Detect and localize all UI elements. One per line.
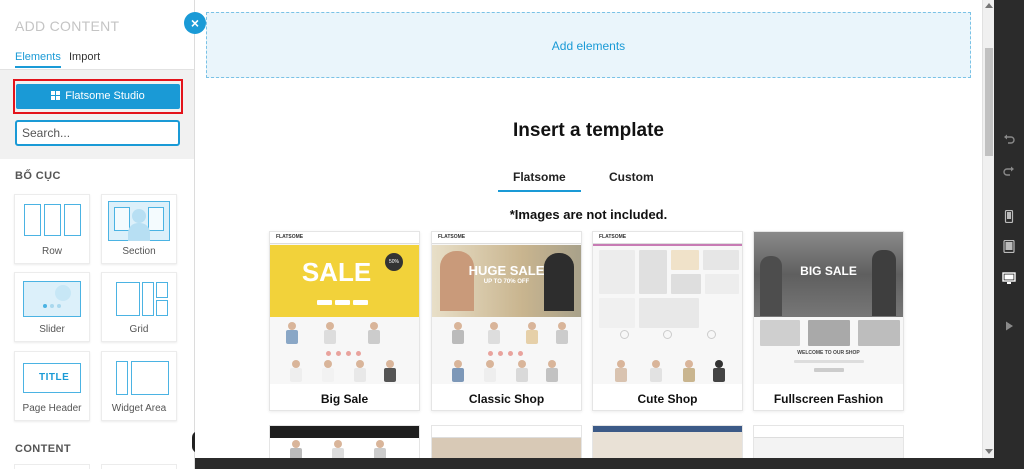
widget-area-icon	[108, 358, 170, 398]
template-card-big-sale[interactable]: FLATSOME SALE 50% Big Sale	[269, 231, 420, 411]
tab-import[interactable]: Import	[69, 51, 100, 63]
element-section[interactable]: Section	[101, 194, 177, 264]
template-name: Classic Shop	[468, 392, 545, 406]
template-name: Big Sale	[320, 392, 369, 406]
page-header-title-art: TITLE	[39, 372, 70, 383]
section-label-content: CONTENT	[15, 443, 71, 455]
template-card-partial[interactable]	[431, 425, 582, 458]
grid-icon	[51, 91, 61, 100]
template-card-classic-shop[interactable]: FLATSOME HUGE SALE UP TO 70% OFF Classic…	[431, 231, 582, 411]
template-thumbnail: FLATSOME	[593, 232, 742, 384]
thumb-logo: FLATSOME	[276, 234, 304, 240]
thumb-hero-subtext: UP TO 70% OFF	[483, 279, 530, 285]
images-note: *Images are not included.	[509, 207, 668, 222]
element-row[interactable]: Row	[14, 194, 90, 264]
canvas-scrollbar[interactable]	[982, 0, 994, 458]
template-card-partial[interactable]	[269, 425, 420, 458]
tab-elements[interactable]: Elements	[15, 51, 61, 68]
element-page-header-label: Page Header	[22, 403, 82, 414]
thumb-hero-text: BIG SALE	[800, 264, 857, 278]
scroll-up-arrow-icon[interactable]	[985, 3, 993, 8]
add-elements-dropzone[interactable]: Add elements	[206, 12, 971, 78]
template-name: Fullscreen Fashion	[773, 392, 884, 406]
insert-template-heading: Insert a template	[513, 120, 664, 141]
thumb-hero-text: HUGE SALE	[468, 263, 545, 278]
element-widget-area-label: Widget Area	[111, 403, 167, 414]
template-card-partial[interactable]	[753, 425, 904, 458]
close-icon[interactable]: ×	[184, 12, 206, 34]
element-section-label: Section	[122, 246, 156, 257]
section-label-layout: BỐ CỤC	[15, 170, 61, 182]
play-icon[interactable]	[994, 316, 1024, 338]
element-page-header[interactable]: TITLE Page Header	[14, 351, 90, 421]
tablet-icon[interactable]	[994, 238, 1024, 260]
row-icon	[21, 201, 83, 241]
scroll-down-arrow-icon[interactable]	[985, 449, 993, 454]
element-grid[interactable]: Grid	[101, 272, 177, 342]
grid-layout-icon	[108, 279, 170, 319]
sidebar-title: ADD CONTENT	[15, 18, 120, 34]
bottom-strip	[195, 458, 994, 469]
right-toolbar	[994, 0, 1024, 469]
element-widget-area[interactable]: Widget Area	[101, 351, 177, 421]
element-grid-label: Grid	[129, 324, 149, 335]
thumb-hero: HUGE SALE UP TO 70% OFF	[432, 245, 581, 317]
builder-canvas: Add elements Insert a template Flatsome …	[195, 0, 982, 458]
template-thumbnail: FLATSOME HUGE SALE UP TO 70% OFF	[432, 232, 581, 384]
section-icon	[108, 201, 170, 241]
template-card-fullscreen-fashion[interactable]: BIG SALE WELCOME TO OUR SHOP Fullscreen …	[753, 231, 904, 411]
element-slider[interactable]: Slider	[14, 272, 90, 342]
thumb-hero: BIG SALE	[754, 232, 903, 317]
thumb-hero-subtext: WELCOME TO OUR SHOP	[797, 350, 860, 356]
thumb-badge: 50%	[385, 253, 403, 271]
template-name: Cute Shop	[637, 392, 698, 406]
desktop-icon[interactable]	[994, 270, 1024, 292]
redo-icon[interactable]	[994, 162, 1024, 184]
add-content-sidebar: ADD CONTENT Elements Import Flatsome Stu…	[0, 0, 195, 469]
template-card-cute-shop[interactable]: FLATSOME Cute Shop	[592, 231, 743, 411]
element-tile-partial[interactable]	[14, 464, 90, 469]
thumb-logo: FLATSOME	[438, 234, 466, 240]
search-input[interactable]	[15, 120, 180, 146]
template-card-partial[interactable]	[592, 425, 743, 458]
add-elements-label: Add elements	[551, 39, 626, 53]
page-header-icon: TITLE	[21, 358, 83, 398]
flatsome-studio-label: Flatsome Studio	[65, 90, 145, 102]
thumb-hero: SALE 50%	[270, 245, 419, 317]
mobile-icon[interactable]	[994, 208, 1024, 230]
flatsome-studio-button[interactable]: Flatsome Studio	[16, 84, 180, 109]
tab-flatsome-label: Flatsome	[513, 170, 566, 184]
tab-flatsome[interactable]: Flatsome	[498, 170, 581, 192]
template-thumbnail: FLATSOME SALE 50%	[270, 232, 419, 384]
page-builder: ADD CONTENT Elements Import Flatsome Stu…	[0, 0, 1024, 469]
element-tile-partial[interactable]	[101, 464, 177, 469]
element-row-label: Row	[41, 246, 62, 257]
tab-custom[interactable]: Custom	[609, 170, 654, 184]
thumb-logo: FLATSOME	[599, 234, 627, 240]
template-thumbnail: BIG SALE WELCOME TO OUR SHOP	[754, 232, 903, 384]
scrollbar-thumb[interactable]	[985, 48, 993, 156]
undo-icon[interactable]	[994, 130, 1024, 152]
element-slider-label: Slider	[39, 324, 65, 335]
slider-icon	[21, 279, 83, 319]
